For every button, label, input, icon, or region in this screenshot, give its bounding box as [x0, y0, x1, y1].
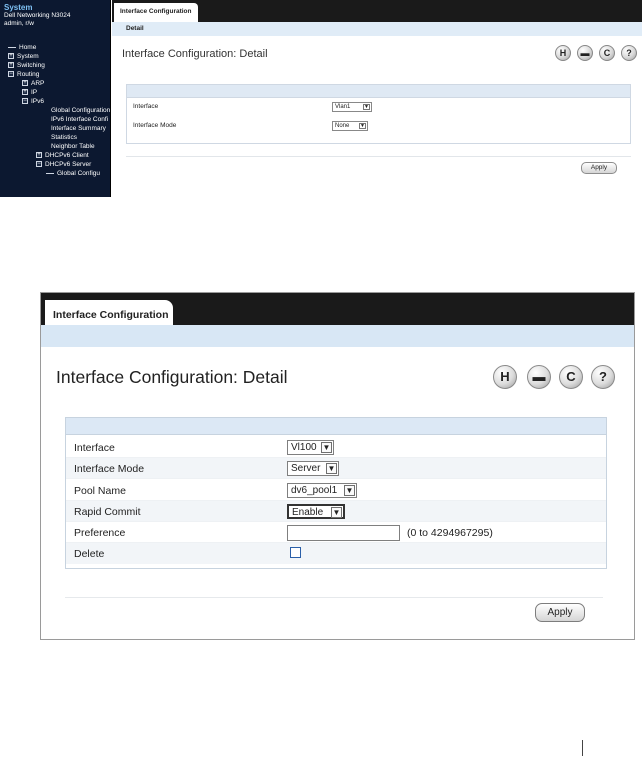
- expand-icon[interactable]: +: [8, 62, 14, 69]
- field-label: Preference: [74, 527, 126, 539]
- collapse-icon[interactable]: −: [36, 161, 42, 168]
- divider: [65, 597, 603, 598]
- save-icon[interactable]: H: [555, 45, 571, 61]
- config-panel: Interface Vl100 ▼ Interface Mode Server …: [65, 417, 607, 569]
- form-row-preference: Preference (0 to 4294967295): [66, 522, 606, 543]
- field-label: Pool Name: [74, 485, 126, 497]
- line-icon: [8, 46, 16, 48]
- field-label: Rapid Commit: [74, 506, 141, 518]
- content-area-small: Interface Configuration Detail Interface…: [112, 0, 642, 197]
- interface-select[interactable]: Vl100 ▼: [287, 440, 334, 455]
- nav-item-dhcpv6-client[interactable]: + DHCPv6 Client: [36, 151, 89, 160]
- delete-checkbox[interactable]: [290, 547, 301, 558]
- field-label: Interface Mode: [74, 463, 145, 475]
- chevron-down-icon[interactable]: ▼: [326, 463, 337, 474]
- save-icon[interactable]: H: [493, 365, 517, 389]
- print-icon[interactable]: ▬: [527, 365, 551, 389]
- page-title: Interface Configuration: Detail: [56, 367, 288, 387]
- nav-item-statistics[interactable]: Statistics: [51, 133, 77, 142]
- nav-item-routing[interactable]: − Routing: [8, 70, 39, 79]
- nav-system-title: System: [4, 3, 33, 12]
- help-icon[interactable]: ?: [591, 365, 615, 389]
- form-row-interface-mode: Interface Mode Server ▼: [66, 458, 606, 479]
- line-icon: [46, 172, 54, 174]
- print-icon[interactable]: ▬: [577, 45, 593, 61]
- panel-header: [66, 418, 606, 435]
- chevron-down-icon[interactable]: ▼: [359, 123, 366, 129]
- nav-item-global-configuration[interactable]: Global Configuration: [51, 106, 110, 115]
- nav-device-name: Dell Networking N3024: [4, 12, 71, 19]
- nav-user: admin, r/w: [4, 20, 34, 27]
- nav-header: System Dell Networking N3024 admin, r/w: [0, 0, 110, 40]
- panel-header: [127, 85, 630, 98]
- apply-button[interactable]: Apply: [581, 162, 617, 174]
- subtab-detail[interactable]: Detail: [126, 25, 144, 32]
- form-row-pool-name: Pool Name dv6_pool1 ▼: [66, 480, 606, 501]
- nav-item-system[interactable]: + System: [8, 52, 39, 61]
- rapid-commit-select[interactable]: Enable ▼: [287, 504, 345, 519]
- field-label: Interface Mode: [133, 122, 177, 129]
- page-title: Interface Configuration: Detail: [122, 48, 268, 60]
- toolbar-icons: H ▬ C ?: [493, 365, 623, 391]
- chevron-down-icon[interactable]: ▼: [344, 485, 355, 496]
- nav-item-dhcpv6-server[interactable]: − DHCPv6 Server: [36, 160, 91, 169]
- form-row-rapid-commit: Rapid Commit Enable ▼: [66, 501, 606, 522]
- toolbar-icons: H ▬ C ?: [555, 45, 641, 62]
- subtab-bar: Detail: [112, 22, 642, 36]
- subtab-bar: [41, 325, 634, 347]
- form-row-interface-mode: Interface Mode None ▼: [127, 119, 630, 133]
- nav-item-neighbor-table[interactable]: Neighbor Table: [51, 142, 95, 151]
- chevron-down-icon[interactable]: ▼: [331, 507, 342, 518]
- expand-icon[interactable]: +: [22, 80, 28, 87]
- nav-item-ipv6-interface-config[interactable]: IPv6 Interface Confi: [51, 115, 108, 124]
- nav-item-ipv6[interactable]: − IPv6: [22, 97, 44, 106]
- expand-icon[interactable]: +: [8, 53, 14, 60]
- collapse-icon[interactable]: −: [22, 98, 28, 105]
- field-label: Interface: [74, 442, 115, 454]
- tab-interface-configuration[interactable]: Interface Configuration: [45, 300, 173, 328]
- refresh-icon[interactable]: C: [599, 45, 615, 61]
- field-label: Interface: [133, 103, 159, 110]
- nav-item-home[interactable]: Home: [8, 43, 36, 52]
- nav-item-ip[interactable]: + IP: [22, 88, 37, 97]
- screenshot-small: System Dell Networking N3024 admin, r/w …: [0, 0, 642, 197]
- navigation-panel: System Dell Networking N3024 admin, r/w …: [0, 0, 111, 197]
- nav-item-arp[interactable]: + ARP: [22, 79, 44, 88]
- tab-interface-configuration[interactable]: Interface Configuration: [114, 3, 198, 22]
- form-row-interface: Interface Vl100 ▼: [66, 437, 606, 458]
- expand-icon[interactable]: +: [22, 89, 28, 96]
- collapse-icon[interactable]: −: [8, 71, 14, 78]
- nav-item-switching[interactable]: + Switching: [8, 61, 45, 70]
- form-row-interface: Interface Vlan1 ▼: [127, 100, 630, 114]
- pool-name-select[interactable]: dv6_pool1 ▼: [287, 483, 357, 498]
- interface-select[interactable]: Vlan1 ▼: [332, 102, 372, 112]
- preference-range-hint: (0 to 4294967295): [407, 527, 493, 539]
- expand-icon[interactable]: +: [36, 152, 42, 159]
- field-label: Delete: [74, 548, 105, 560]
- form-row-delete: Delete: [66, 543, 606, 564]
- divider: [126, 156, 631, 157]
- chevron-down-icon[interactable]: ▼: [321, 442, 332, 453]
- interface-mode-select[interactable]: None ▼: [332, 121, 368, 131]
- config-panel: Interface Vlan1 ▼ Interface Mode None ▼: [126, 84, 631, 144]
- preference-input[interactable]: [287, 525, 400, 541]
- chevron-down-icon[interactable]: ▼: [363, 104, 370, 110]
- nav-item-dhcpv6-global-config[interactable]: Global Configu: [46, 169, 100, 178]
- screenshot-large: Interface Configuration Interface Config…: [40, 292, 635, 640]
- page-margin-rule: [582, 740, 583, 756]
- apply-button[interactable]: Apply: [535, 603, 585, 622]
- nav-item-interface-summary[interactable]: Interface Summary: [51, 124, 106, 133]
- interface-mode-select[interactable]: Server ▼: [287, 461, 339, 476]
- refresh-icon[interactable]: C: [559, 365, 583, 389]
- help-icon[interactable]: ?: [621, 45, 637, 61]
